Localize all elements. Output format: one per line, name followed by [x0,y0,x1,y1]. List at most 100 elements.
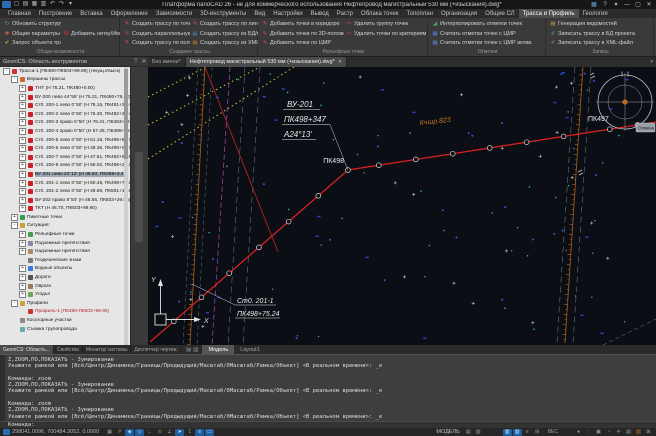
ribbon-button[interactable]: ▤Генерация ведомостей [548,19,653,29]
ribbon-tab-Зависимости[interactable]: Зависимости [152,9,196,18]
ribbon-button[interactable]: ✱Общие параметры [2,29,61,39]
docs-icon[interactable]: ▤ [624,429,633,436]
document-tab[interactable]: Нефтепровод магистральный 530 мм (+изыск… [186,57,347,67]
tree-item[interactable]: -Вершины трассы [0,76,130,85]
angle-icon[interactable]: ∠ [165,429,174,436]
tree-expand-icon[interactable]: + [19,205,26,212]
clock-icon[interactable]: ◔ [604,429,613,436]
tree-item[interactable]: +Ст0. 200-2 лево 0°50' (Н 76.30, ПК482+3… [0,110,130,119]
ribbon-button[interactable]: ✎Создать трассу по точкам [122,19,190,29]
tree-expand-icon[interactable]: + [19,274,26,281]
ribbon-tab-Организация[interactable]: Организация [437,9,481,18]
panel-icon[interactable]: ▣ [594,429,603,436]
tree-item[interactable]: +ТКТ (Н 46.70, ПК503+99.90) [0,205,130,214]
palette-tab-1[interactable]: Свойства [54,345,83,354]
tree-item[interactable]: +Ст0. 201-1 лево 0°50' (Н 50.49, ПК498+7… [0,179,130,188]
tree-expand-icon[interactable]: + [19,128,26,135]
layout-strip-icon-1[interactable]: ▥ [193,347,198,353]
document-tab[interactable]: Без имени* [148,57,186,67]
tree-item[interactable]: Косогорные участки [0,316,130,325]
ribbon-tab-Трасса и Профиль[interactable]: Трасса и Профиль [519,9,579,18]
tree-item[interactable]: +Ст0. 200-4 право 0°50' (Н 57.45, ПК486+… [0,127,130,136]
otrack-icon[interactable]: ◇ [135,429,144,436]
layers-icon[interactable]: ▧ [634,429,643,436]
title-dropdown-icon[interactable]: ▾ [612,1,620,8]
tree-expand-icon[interactable]: + [19,94,26,101]
ribbon-tab-Построение[interactable]: Построение [35,9,76,18]
tree-item[interactable]: +Дороги [0,273,130,282]
tree-item[interactable]: +Ст0. 200-1 лево 0°50' (Н 75.15, ПК481+2… [0,101,130,110]
tree-expand-icon[interactable]: + [19,111,26,118]
maximize-button[interactable]: ▢ [634,1,642,8]
pin-icon[interactable]: ⊤ [132,58,140,65]
tree-expand-icon[interactable]: + [19,240,26,247]
snap-icon[interactable]: # [115,429,124,436]
ribbon-tab-Вставка[interactable]: Вставка [76,9,106,18]
ribbon-button[interactable]: ↻Обновить структуру трасс [2,19,61,29]
sheet-icon[interactable]: ▧ [474,429,483,436]
lines-icon[interactable]: ≡ [195,429,204,436]
drawing-canvas[interactable]: ВУ-201 ПК498+347 А24°13' ПК498 ПК497 Ст0… [148,67,656,345]
tree-item[interactable]: +Рельефные точки [0,230,130,239]
minimize-button[interactable]: — [623,2,631,8]
tree-item[interactable]: +Подземные препятствия [0,239,130,248]
tree-expand-icon[interactable]: + [19,180,26,187]
ribbon-button[interactable]: ✔Запрос объекта трассы [2,38,61,48]
plus-icon[interactable]: ✛ [614,429,623,436]
ribbon-tab-Облака точек[interactable]: Облака точек [357,9,402,18]
save-icon[interactable]: ▦ [31,1,38,8]
tree-expand-icon[interactable]: + [11,214,18,221]
tree-expand-icon[interactable]: + [19,85,26,92]
tree-scrollbar[interactable] [124,67,128,345]
ribbon-button[interactable]: ✂Удалить группу точек [344,19,428,29]
ribbon-tab-Настройки[interactable]: Настройки [269,9,306,18]
ribbon-tab-Общие СЛ[interactable]: Общие СЛ [481,9,518,18]
layout-tab-Layout1[interactable]: Layout1 [234,345,266,354]
tree-expand-icon[interactable]: + [19,102,26,109]
tree-expand-icon[interactable]: - [11,76,18,83]
command-history[interactable]: Z,ZOOM,ПО,ПОКАЗАТЬ - ЗумированиеУкажите … [0,354,656,421]
notify-icon[interactable]: ● [574,429,583,436]
ribbon-tab-Вид[interactable]: Вид [250,9,269,18]
model-space-label[interactable]: МОДЕЛЬ [436,429,459,435]
close-icon[interactable]: ✕ [140,58,148,65]
tree-item[interactable]: +ТНТ (Н 75.21, ПК480+0.00) [0,84,130,93]
tree-item[interactable]: +Ст0. 201-2 лево 0°50' (Н 49.86, ПК501+1… [0,187,130,196]
grid2-icon[interactable]: ⊞ [533,429,542,436]
tree-expand-icon[interactable]: + [19,119,26,126]
ribbon-button[interactable]: ◢Интерполировать отметки точек [430,19,545,29]
tree-expand-icon[interactable]: - [11,222,18,229]
tree-expand-icon[interactable]: + [19,248,26,255]
tree-expand-icon[interactable]: + [19,137,26,144]
tree-item[interactable]: +Угодья [0,290,130,299]
tree-item[interactable]: +ВУ-202 право 8°50' (Н 48.56, ПК503+29.8… [0,196,130,205]
qat-dropdown-icon[interactable]: ▾ [67,1,74,8]
polar-icon[interactable]: ⊙ [155,429,164,436]
layout-strip-icon-0[interactable]: ▤ [186,347,191,353]
ortho-icon[interactable]: ∟ [145,429,154,436]
tree-expand-icon[interactable]: + [19,197,26,204]
tree-expand-icon[interactable]: + [19,145,26,152]
ribbon-button[interactable]: ✎Создать параллельную трассу [122,29,190,39]
ribbon-tab-3D-инструменты[interactable]: 3D-инструменты [196,9,250,18]
lineweight-toggle[interactable]: ВЕС [548,429,558,435]
grid-icon[interactable]: ▦ [105,429,114,436]
open-file-icon[interactable]: ▤ [22,1,29,8]
command-grip[interactable] [0,355,5,421]
command-prompt[interactable]: Команда: [0,421,656,428]
ribbon-button[interactable]: ✎Добавить точки по 3D-положению [260,29,344,39]
ribbon-button[interactable]: ✂Удалить точки по критериям [344,29,428,39]
close-button[interactable]: ✕ [645,1,653,8]
search-icon[interactable]: ◌ [584,429,593,436]
view-icon[interactable]: ▥ [503,429,512,436]
tree-expand-icon[interactable]: + [19,188,26,195]
ribbon-button[interactable]: ✎Добавить точки в коридоре [260,19,344,29]
help-icon[interactable]: ? [601,2,609,8]
list-icon[interactable]: ≡ [523,429,532,436]
tree-item[interactable]: +Ст0. 200-7 лево 0°50' (Н 47.61, ПК492+9… [0,153,130,162]
ribbon-button[interactable]: ✎Создать трассу по линии профиля [190,19,258,29]
tree-expand-icon[interactable]: - [3,68,10,75]
app-logo-icon[interactable] [2,1,11,8]
lock-icon[interactable]: ⊠ [644,429,653,436]
ribbon-button[interactable]: ▤Создать трассу из БД/проекта [190,29,258,39]
